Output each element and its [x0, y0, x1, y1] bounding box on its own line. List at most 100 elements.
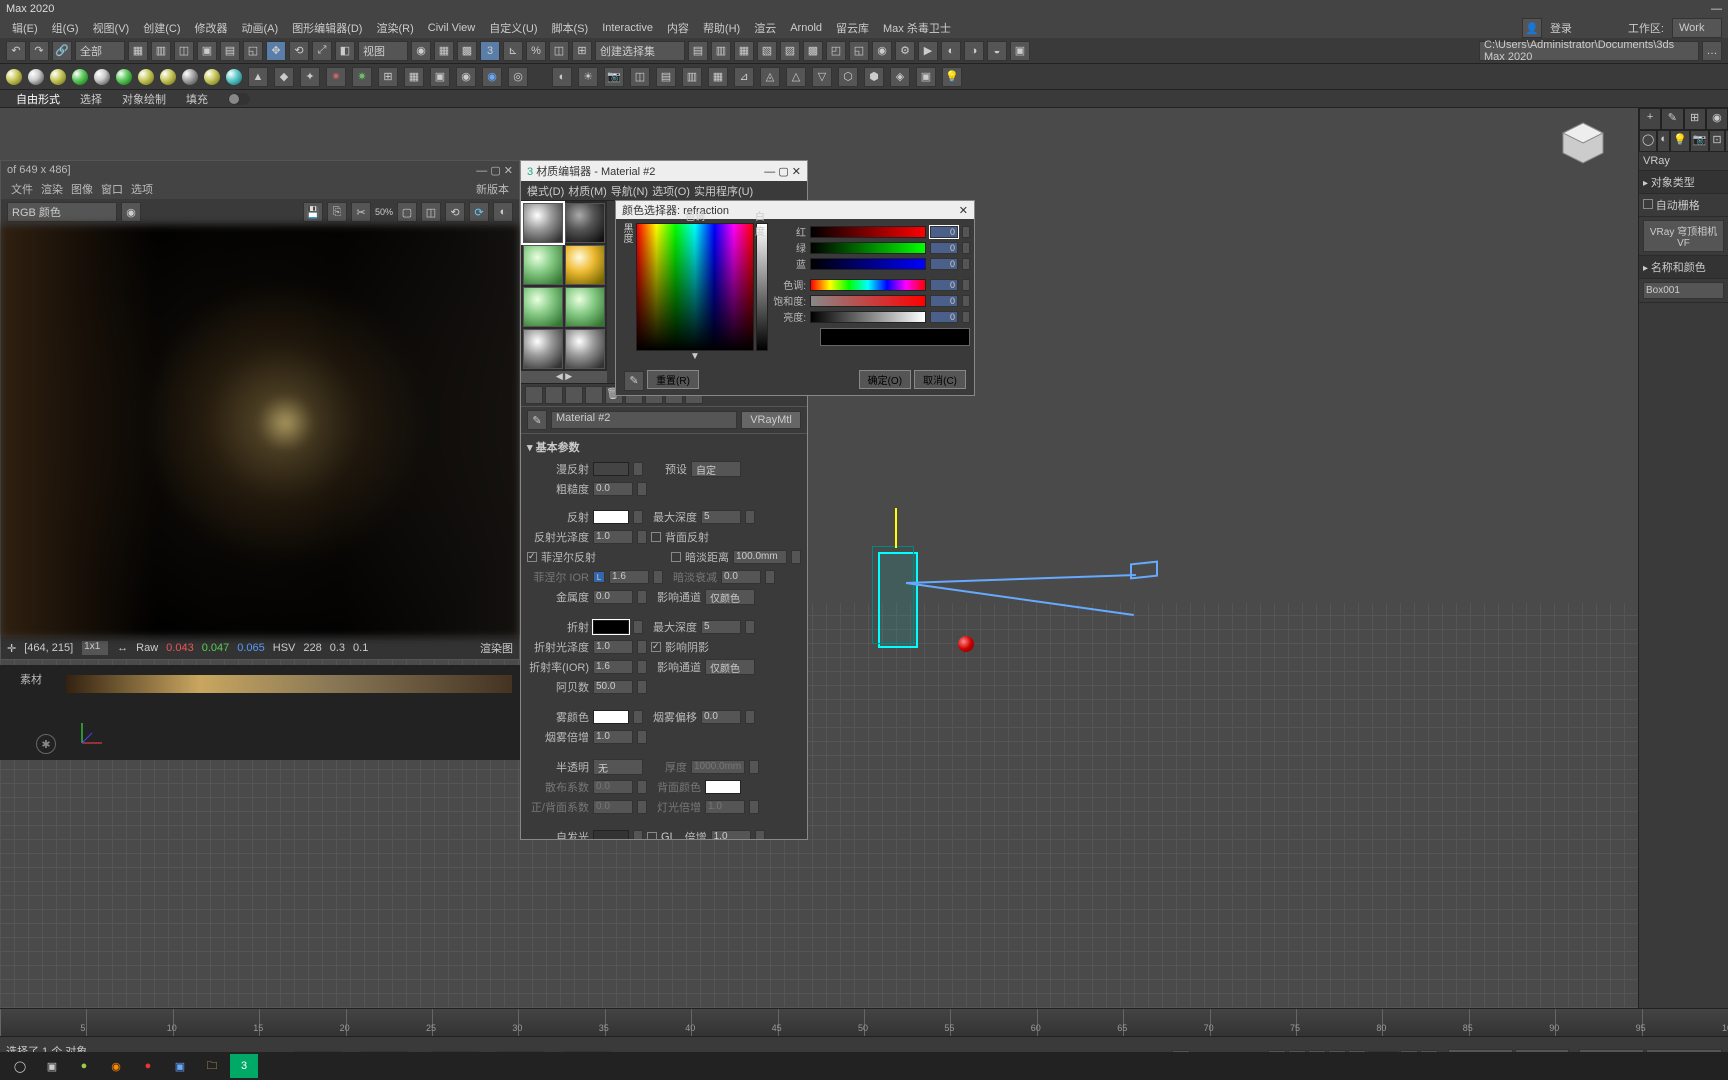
tool-icon[interactable]: ◫ [174, 41, 194, 61]
tab-objpaint[interactable]: 对象绘制 [122, 91, 166, 107]
hue-field[interactable]: 色调 [636, 223, 754, 351]
min-icon[interactable]: — [764, 166, 775, 178]
create-tab[interactable]: + [1639, 108, 1661, 130]
light-icon[interactable] [204, 69, 220, 85]
material-slot[interactable] [565, 329, 605, 369]
subcat-icon[interactable]: ✦ [1725, 130, 1728, 152]
reflect-swatch[interactable] [593, 510, 629, 524]
obj-icon[interactable]: 📷 [604, 67, 624, 87]
obj-icon[interactable]: ◬ [760, 67, 780, 87]
obj-icon[interactable]: ✷ [326, 67, 346, 87]
min-icon[interactable]: — [476, 165, 487, 177]
menu-scripting[interactable]: 脚本(S) [546, 18, 595, 38]
light-icon[interactable] [116, 69, 132, 85]
percent-snap-icon[interactable]: % [526, 41, 546, 61]
light-icon[interactable] [160, 69, 176, 85]
obj-icon[interactable]: ▤ [656, 67, 676, 87]
close-icon[interactable]: ✕ [792, 166, 801, 178]
undo-button[interactable]: ↶ [6, 41, 26, 61]
material-slot[interactable] [523, 203, 563, 243]
named-selection[interactable]: 创建选择集 [595, 41, 685, 61]
tool-icon[interactable]: ▥ [151, 41, 171, 61]
menu-antivirus[interactable]: Max 杀毒卫士 [877, 18, 957, 38]
explorer-icon[interactable]: 🗀 [198, 1054, 226, 1078]
save-icon[interactable]: 💾 [303, 202, 323, 222]
material-slot[interactable] [565, 245, 605, 285]
material-name[interactable]: Material #2 [551, 411, 737, 429]
material-type[interactable]: VRayMtl [741, 411, 801, 429]
tool-icon[interactable]: ◰ [826, 41, 846, 61]
menu-help[interactable]: 帮助(H) [697, 18, 746, 38]
app-icon[interactable]: ● [134, 1054, 162, 1078]
tool-icon[interactable]: ▤ [220, 41, 240, 61]
app-icon[interactable]: ● [70, 1054, 98, 1078]
eye-icon[interactable]: ◉ [121, 202, 141, 222]
material-slot[interactable] [523, 329, 563, 369]
hue-slider[interactable] [810, 279, 926, 291]
obj-icon[interactable]: ◫ [630, 67, 650, 87]
translucency-dropdown[interactable]: 无 [593, 759, 643, 775]
obj-icon[interactable]: ⬡ [838, 67, 858, 87]
eyedropper-icon[interactable]: ✎ [624, 371, 644, 391]
material-slot[interactable] [523, 245, 563, 285]
object-name-field[interactable] [1643, 282, 1724, 299]
tool-icon[interactable]: ◱ [849, 41, 869, 61]
sat-slider[interactable] [810, 295, 926, 307]
app-icon[interactable]: ◉ [102, 1054, 130, 1078]
start-button[interactable]: ◯ [6, 1054, 34, 1078]
light-icon[interactable] [28, 69, 44, 85]
obj-icon[interactable]: ◆ [274, 67, 294, 87]
tool-icon[interactable]: ◫ [549, 41, 569, 61]
obj-icon[interactable]: ⊿ [734, 67, 754, 87]
filter-all[interactable]: 全部 [75, 41, 125, 61]
taskview-icon[interactable]: ▣ [38, 1054, 66, 1078]
menu-customize[interactable]: 自定义(U) [483, 18, 543, 38]
tool-icon[interactable] [525, 386, 543, 404]
copy-icon[interactable]: ⎘ [327, 202, 347, 222]
move-button[interactable]: ✥ [266, 41, 286, 61]
render-setup-icon[interactable]: ⚙ [895, 41, 915, 61]
project-path[interactable]: C:\Users\Administrator\Documents\3ds Max… [1479, 41, 1699, 61]
light-icon[interactable] [182, 69, 198, 85]
toggle-icon[interactable] [228, 93, 250, 105]
browse-button[interactable]: … [1702, 41, 1722, 61]
selected-box[interactable] [878, 552, 918, 648]
close-icon[interactable]: ✕ [959, 204, 968, 217]
app-icon[interactable]: ▣ [166, 1054, 194, 1078]
menu-animation[interactable]: 动画(A) [236, 18, 285, 38]
camera-icon[interactable] [1130, 561, 1158, 580]
target-gizmo[interactable] [958, 636, 974, 652]
history-thumbnail[interactable] [66, 675, 512, 693]
render-frame-icon[interactable]: ▶ [918, 41, 938, 61]
assign-icon[interactable] [585, 386, 603, 404]
menu-lib[interactable]: 留云库 [830, 18, 875, 38]
green-slider[interactable] [810, 242, 926, 254]
tool-icon[interactable]: ▦ [734, 41, 754, 61]
obj-icon[interactable]: ▽ [812, 67, 832, 87]
obj-icon[interactable]: ◉ [456, 67, 476, 87]
menu-content[interactable]: 内容 [661, 18, 695, 38]
selfillum-swatch[interactable] [593, 830, 629, 839]
obj-icon[interactable]: ◎ [508, 67, 528, 87]
obj-icon[interactable]: ✷ [352, 67, 372, 87]
vraycam-button[interactable]: VRay 穹顶相机 VF [1643, 220, 1724, 252]
menu-graph-editors[interactable]: 图形编辑器(D) [286, 18, 368, 38]
whiteness-slider[interactable]: 白度 [756, 223, 768, 351]
3dsmax-icon[interactable]: 3 [230, 1054, 258, 1078]
fog-swatch[interactable] [593, 710, 629, 724]
light-icon[interactable] [94, 69, 110, 85]
obj-icon[interactable]: ◐ [552, 67, 572, 87]
obj-icon[interactable]: ▣ [430, 67, 450, 87]
obj-icon[interactable]: ◈ [890, 67, 910, 87]
tab-select[interactable]: 选择 [80, 91, 102, 107]
tool-icon[interactable]: ▧ [757, 41, 777, 61]
obj-icon[interactable]: ◉ [482, 67, 502, 87]
tool-icon[interactable]: ◫ [421, 202, 441, 222]
menu-group[interactable]: 组(G) [46, 18, 85, 38]
subcat-icon[interactable]: 📷 [1690, 130, 1710, 152]
light-icon[interactable] [226, 69, 242, 85]
material-editor-icon[interactable]: ◉ [872, 41, 892, 61]
menu-cloud[interactable]: 渲云 [748, 18, 782, 38]
tool-icon[interactable]: ▦ [128, 41, 148, 61]
light-icon[interactable] [50, 69, 66, 85]
